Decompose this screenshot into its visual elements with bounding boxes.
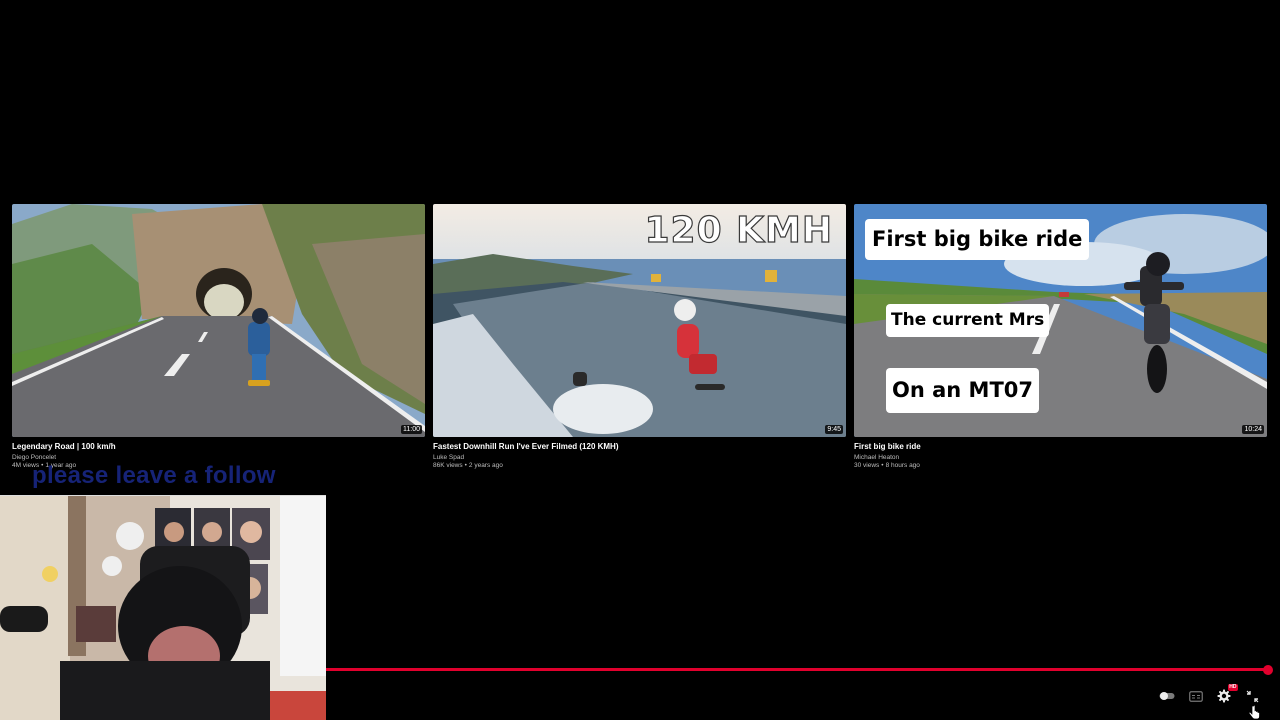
- video-meta: 30 views • 8 hours ago: [854, 462, 1267, 469]
- view-count: 30 views: [854, 462, 880, 469]
- video-title[interactable]: First big bike ride: [854, 442, 1267, 451]
- end-screen-grid: 11:00 Legendary Road | 100 km/h Diego Po…: [12, 204, 1268, 474]
- thumbnail-label: On an MT07: [886, 368, 1039, 413]
- autoplay-toggle-icon: [1159, 692, 1175, 700]
- end-screen-video-card[interactable]: 11:00 Legendary Road | 100 km/h Diego Po…: [12, 204, 425, 474]
- channel-name[interactable]: Michael Heaton: [854, 454, 1267, 461]
- autoplay-toggle[interactable]: [1159, 688, 1175, 704]
- progress-bar[interactable]: [326, 664, 1273, 675]
- settings-button[interactable]: HD: [1216, 684, 1238, 704]
- follow-request-text: please leave a follow: [32, 462, 276, 489]
- video-thumbnail[interactable]: 11:00: [12, 204, 425, 437]
- progress-bar-played: [326, 668, 1268, 671]
- webcam-image: [0, 496, 326, 720]
- thumbnail-label: The current Mrs: [886, 304, 1050, 337]
- upload-age: 2 years ago: [468, 462, 503, 469]
- end-screen-video-card[interactable]: First big bike ride The current Mrs On a…: [854, 204, 1267, 474]
- video-meta: 86K views • 2 years ago: [433, 462, 846, 469]
- captions-icon: [1189, 690, 1203, 702]
- video-title[interactable]: Legendary Road | 100 km/h: [12, 442, 425, 451]
- captions-button[interactable]: [1188, 688, 1204, 704]
- hd-quality-badge: HD: [1227, 684, 1238, 691]
- video-title[interactable]: Fastest Downhill Run I've Ever Filmed (1…: [433, 442, 846, 451]
- mouse-pointer-icon: [1249, 705, 1260, 720]
- progress-scrubber-handle[interactable]: [1263, 664, 1273, 675]
- video-duration: 11:00: [401, 425, 422, 434]
- video-thumbnail[interactable]: First big bike ride The current Mrs On a…: [854, 204, 1267, 437]
- channel-name[interactable]: Luke Spad: [433, 454, 846, 461]
- video-duration: 9:45: [825, 425, 843, 434]
- webcam-feed: [0, 495, 326, 720]
- thumbnail-overlay-text: 120 KMH: [644, 209, 833, 251]
- exit-fullscreen-icon: [1246, 690, 1258, 702]
- meta-separator: •: [881, 462, 884, 469]
- view-count: 86K views: [433, 462, 463, 469]
- gear-icon: [1217, 689, 1231, 703]
- end-screen-video-card[interactable]: 120 KMH 9:45 Fastest Downhill Run I've E…: [433, 204, 846, 474]
- video-thumbnail[interactable]: 120 KMH 9:45: [433, 204, 846, 437]
- exit-fullscreen-button[interactable]: [1244, 688, 1260, 704]
- meta-separator: •: [464, 462, 467, 469]
- tunnel-road-thumbnail-image: [12, 204, 425, 437]
- upload-age: 8 hours ago: [885, 462, 920, 469]
- video-player[interactable]: 11:00 Legendary Road | 100 km/h Diego Po…: [0, 0, 1280, 720]
- thumbnail-label: First big bike ride: [865, 219, 1090, 260]
- channel-name[interactable]: Diego Poncelet: [12, 454, 425, 461]
- video-duration: 10:24: [1242, 425, 1264, 434]
